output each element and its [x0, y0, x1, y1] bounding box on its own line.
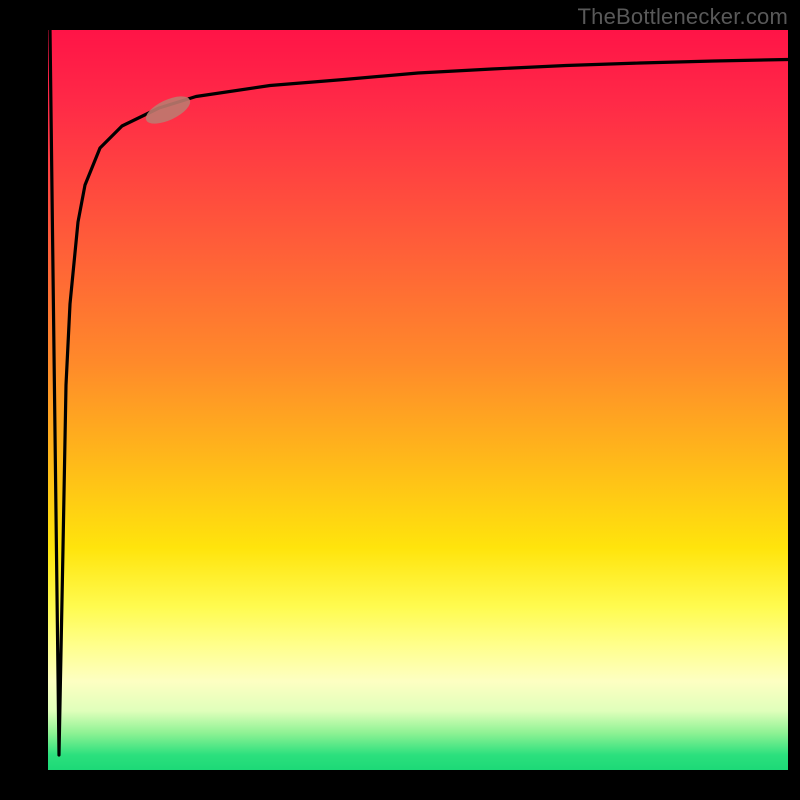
curve-overlay: [48, 30, 788, 770]
watermark-text: TheBottlenecker.com: [578, 4, 788, 30]
bottleneck-curve: [50, 30, 788, 755]
curve-marker: [142, 91, 194, 129]
chart-container: TheBottlenecker.com: [0, 0, 800, 800]
